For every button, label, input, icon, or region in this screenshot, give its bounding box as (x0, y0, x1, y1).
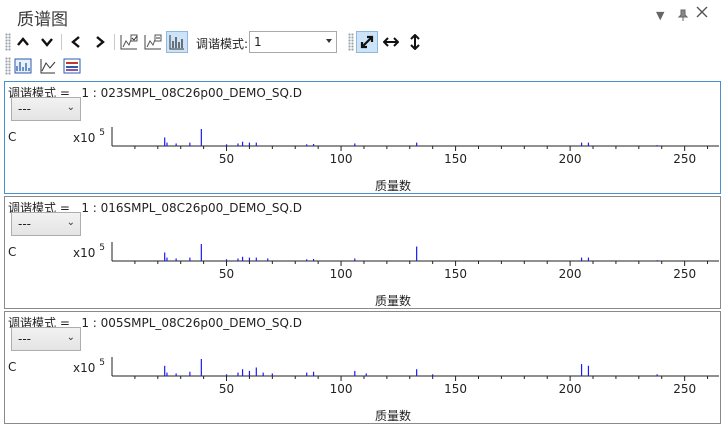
spectrum-plot[interactable]: 50 100 150 200 250 (5, 197, 720, 308)
x-tick-label: 50 (219, 382, 234, 396)
spectrum-chart-icon (14, 58, 32, 74)
chevron-down-icon (41, 38, 53, 47)
toolbar-main: 调谐模式: 1 (0, 30, 724, 54)
dropdown-menu-icon[interactable]: ▼ (656, 9, 664, 22)
toolbar-separator (61, 34, 62, 50)
x-tick-label: 200 (559, 382, 582, 396)
vertical-arrows-icon (410, 34, 420, 50)
line-chart-icon (40, 59, 56, 74)
x-axis-label: 质量数 (375, 179, 412, 193)
spectrum-plot[interactable]: 50 100 150 200 250 (5, 312, 720, 423)
chevron-left-icon (71, 36, 80, 48)
chevron-up-icon (17, 37, 29, 46)
next-button[interactable] (89, 31, 111, 53)
title-bar: 质谱图 ▼ (0, 0, 724, 30)
x-axis-label: 质量数 (375, 409, 412, 423)
tune-mode-label: 调谐模式: (196, 37, 249, 51)
spectrum-panel-3[interactable]: 调谐模式 = 1 : 005SMPL_08C26p00_DEMO_SQ.D --… (4, 311, 721, 424)
x-tick-label: 200 (559, 267, 582, 281)
pin-icon[interactable] (677, 9, 689, 24)
spectrum-bar-view-button[interactable] (166, 31, 188, 53)
x-tick-label: 250 (673, 382, 696, 396)
compare-spectra-button[interactable] (61, 55, 83, 77)
autoscale-both-button[interactable] (356, 31, 378, 53)
x-tick-label: 150 (444, 382, 467, 396)
dropdown-arrow-icon (326, 39, 332, 43)
x-tick-label: 100 (330, 382, 353, 396)
tune-mode-select[interactable]: 1 (249, 31, 337, 53)
toolbar-grip[interactable] (348, 33, 354, 51)
x-axis-label: 质量数 (375, 294, 412, 308)
spectrum-panel-1[interactable]: 调谐模式 = 1 : 023SMPL_08C26p00_DEMO_SQ.D --… (4, 81, 721, 194)
autoscale-y-button[interactable] (404, 31, 426, 53)
x-tick-label: 200 (559, 152, 582, 166)
x-tick-label: 250 (673, 152, 696, 166)
spectrum-plot[interactable]: 50 100 150 200 250 (5, 82, 720, 193)
line-chart-button[interactable] (37, 55, 59, 77)
toolbar-separator (114, 34, 115, 50)
toolbar-secondary (0, 54, 724, 78)
next-spectrum-down-button[interactable] (36, 31, 58, 53)
x-tick-label: 250 (673, 267, 696, 281)
spectrum-check-button[interactable] (118, 31, 140, 53)
diagonal-arrows-icon (360, 35, 374, 49)
autoscale-x-button[interactable] (380, 31, 402, 53)
x-tick-label: 100 (330, 152, 353, 166)
close-icon[interactable] (696, 6, 708, 21)
window-title: 质谱图 (17, 10, 68, 30)
spectrum-chart-button[interactable] (12, 55, 34, 77)
x-tick-label: 50 (219, 152, 234, 166)
horizontal-arrows-icon (383, 37, 399, 47)
toolbar-grip[interactable] (5, 57, 11, 75)
toolbar-grip[interactable] (5, 33, 11, 51)
previous-button[interactable] (65, 31, 87, 53)
tune-mode-value: 1 (254, 35, 262, 49)
spectrum-panel-2[interactable]: 调谐模式 = 1 : 016SMPL_08C26p00_DEMO_SQ.D --… (4, 196, 721, 309)
spectrum-check-icon (120, 34, 138, 50)
spectrum-select-button[interactable] (142, 31, 164, 53)
spectrum-select-icon (144, 34, 162, 50)
x-tick-label: 50 (219, 267, 234, 281)
previous-spectrum-up-button[interactable] (12, 31, 34, 53)
x-tick-label: 100 (330, 267, 353, 281)
spectrum-bars-icon (169, 35, 184, 50)
compare-spectra-icon (63, 58, 81, 74)
x-tick-label: 150 (444, 152, 467, 166)
x-tick-label: 150 (444, 267, 467, 281)
chevron-right-icon (96, 36, 105, 48)
